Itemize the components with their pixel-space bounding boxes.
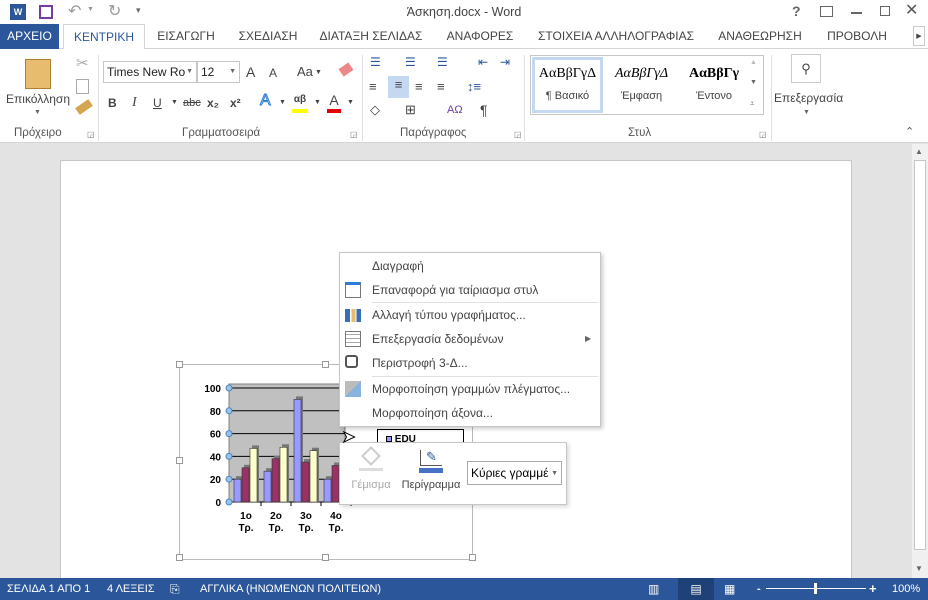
print-layout-icon[interactable]: ▤ bbox=[678, 578, 714, 600]
menu-item-label: Διαγραφή bbox=[372, 259, 424, 273]
fill-button[interactable]: Γέμισμα bbox=[346, 446, 396, 499]
menu-item-edit-data[interactable]: Επεξεργασία δεδομένων ▶ bbox=[340, 327, 600, 351]
y-tick-label: 100 bbox=[204, 384, 221, 395]
edit-data-icon bbox=[345, 331, 361, 347]
axis-selection-handle bbox=[225, 475, 233, 483]
axis-selection-handle bbox=[225, 407, 233, 415]
bar bbox=[293, 399, 302, 503]
status-bar: ΣΕΛΙΔΑ 1 ΑΠΟ 1 4 ΛΕΞΕΙΣ ⎘ ΑΓΓΛΙΚΑ (ΗΝΩΜΕ… bbox=[0, 578, 928, 600]
y-tick-label: 80 bbox=[210, 407, 222, 418]
zoom-slider-thumb[interactable] bbox=[814, 583, 817, 594]
vertical-scrollbar[interactable]: ▲ ▼ bbox=[912, 144, 928, 578]
mini-toolbar: Γέμισμα ✎ Περίγραμμα Κύριες γραμμέ ▼ bbox=[339, 442, 567, 505]
mouse-cursor-icon: ➤ bbox=[341, 429, 356, 447]
menu-item-3d-rotation[interactable]: Περιστροφή 3-Δ... bbox=[340, 351, 600, 375]
zoom-out-button[interactable]: - bbox=[757, 578, 761, 600]
x-tick-label: 1ο bbox=[240, 511, 252, 522]
menu-item-reset-style[interactable]: Επαναφορά για ταίριασμα στυλ bbox=[340, 278, 600, 302]
x-tick-label: Τρ. bbox=[328, 523, 343, 534]
axis-selection-handle bbox=[225, 430, 233, 438]
proofing-icon[interactable]: ⎘ bbox=[170, 578, 180, 600]
axis-selection-handle bbox=[225, 384, 233, 392]
scroll-thumb[interactable] bbox=[914, 160, 926, 550]
language[interactable]: ΑΓΓΛΙΚΑ (ΗΝΩΜΕΝΩΝ ΠΟΛΙΤΕΙΩΝ) bbox=[200, 578, 381, 600]
bar bbox=[241, 467, 250, 503]
bar bbox=[309, 450, 318, 503]
menu-item-label: Μορφοποίηση γραμμών πλέγματος... bbox=[372, 382, 571, 396]
format-gridlines-icon bbox=[345, 381, 361, 397]
menu-item-label: Αλλαγή τύπου γραφήματος... bbox=[372, 308, 526, 322]
x-tick-label: Τρ. bbox=[268, 523, 283, 534]
read-mode-icon[interactable]: ▥ bbox=[648, 578, 659, 600]
menu-item-label: Περιστροφή 3-Δ... bbox=[372, 356, 468, 370]
bar bbox=[249, 448, 258, 503]
chart-element-selector[interactable]: Κύριες γραμμέ ▼ bbox=[467, 461, 562, 485]
y-tick-label: 20 bbox=[210, 475, 222, 486]
rotate-3d-icon bbox=[345, 355, 358, 368]
bar bbox=[271, 458, 280, 503]
bar bbox=[263, 470, 272, 503]
menu-item-label: Επαναφορά για ταίριασμα στυλ bbox=[372, 283, 539, 297]
zoom-in-button[interactable]: + bbox=[869, 578, 877, 600]
outline-color-bar bbox=[419, 468, 443, 473]
outline-label: Περίγραμμα bbox=[401, 479, 461, 491]
menu-item-format-gridlines[interactable]: Μορφοποίηση γραμμών πλέγματος... bbox=[340, 377, 600, 401]
chart-element-value: Κύριες γραμμέ bbox=[471, 466, 549, 480]
y-tick-label: 0 bbox=[215, 498, 221, 509]
bar bbox=[301, 461, 310, 503]
zoom-level[interactable]: 100% bbox=[892, 578, 920, 600]
submenu-arrow-icon: ▶ bbox=[585, 334, 592, 343]
menu-item-label: Μορφοποίηση άξονα... bbox=[372, 406, 493, 420]
scroll-down-icon[interactable]: ▼ bbox=[915, 564, 923, 573]
scroll-up-icon[interactable]: ▲ bbox=[915, 147, 923, 156]
x-tick-label: Τρ. bbox=[238, 523, 253, 534]
x-tick-label: 2ο bbox=[270, 511, 282, 522]
bar bbox=[279, 446, 288, 503]
page-count[interactable]: ΣΕΛΙΔΑ 1 ΑΠΟ 1 bbox=[7, 578, 90, 600]
fill-color-bar bbox=[359, 468, 383, 471]
x-tick-label: 3ο bbox=[300, 511, 312, 522]
y-tick-label: 60 bbox=[210, 430, 222, 441]
chart-type-icon bbox=[345, 309, 361, 322]
y-tick-label: 40 bbox=[210, 452, 222, 463]
chevron-down-icon: ▼ bbox=[551, 470, 558, 477]
context-menu: Διαγραφή Επαναφορά για ταίριασμα στυλ Αλ… bbox=[339, 252, 601, 427]
bar bbox=[331, 465, 340, 503]
pen-icon: ✎ bbox=[420, 450, 442, 466]
menu-item-change-chart-type[interactable]: Αλλαγή τύπου γραφήματος... bbox=[340, 303, 600, 327]
menu-item-label: Επεξεργασία δεδομένων bbox=[372, 332, 504, 346]
bar bbox=[233, 478, 242, 503]
fill-label: Γέμισμα bbox=[351, 479, 391, 491]
menu-item-delete[interactable]: Διαγραφή bbox=[340, 254, 600, 278]
word-count[interactable]: 4 ΛΕΞΕΙΣ bbox=[107, 578, 155, 600]
menu-item-format-axis[interactable]: Μορφοποίηση άξονα... bbox=[340, 401, 600, 425]
outline-button[interactable]: ✎ Περίγραμμα bbox=[398, 447, 464, 499]
axis-selection-handle bbox=[225, 498, 233, 506]
web-layout-icon[interactable]: ▦ bbox=[724, 578, 735, 600]
axis-selection-handle bbox=[225, 452, 233, 460]
x-tick-label: Τρ. bbox=[298, 523, 313, 534]
bar bbox=[323, 478, 332, 503]
paint-bucket-icon bbox=[361, 446, 381, 466]
reset-style-icon bbox=[345, 282, 361, 298]
x-tick-label: 4ο bbox=[330, 511, 342, 522]
